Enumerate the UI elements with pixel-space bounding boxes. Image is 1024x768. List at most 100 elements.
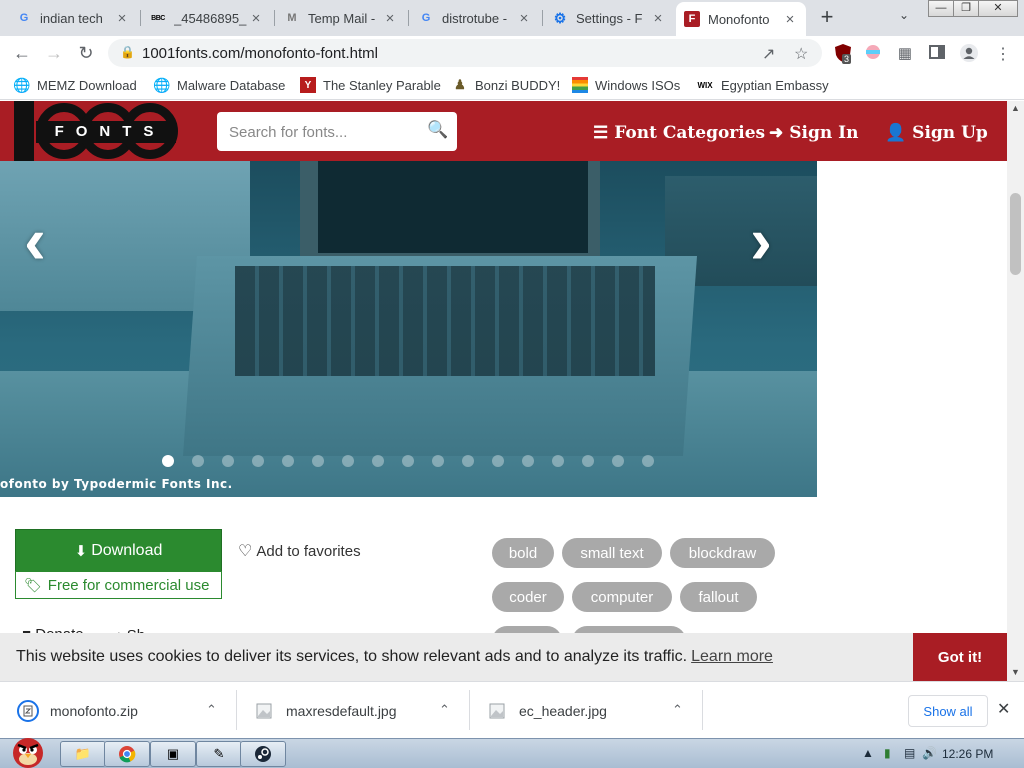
- download-item[interactable]: monofonto.zip: [16, 682, 138, 739]
- license-badge[interactable]: 🏷 Free for commercial use: [15, 571, 222, 599]
- show-all-downloads-button[interactable]: Show all: [908, 695, 988, 727]
- minimize-button[interactable]: —: [928, 0, 954, 17]
- tag-chip[interactable]: coder: [492, 582, 564, 612]
- star-icon[interactable]: ☆: [794, 44, 808, 64]
- carousel-dot[interactable]: [552, 455, 564, 467]
- learn-more-link[interactable]: Learn more: [691, 648, 773, 665]
- pride-extension-icon[interactable]: [864, 44, 882, 62]
- close-icon[interactable]: ×: [516, 10, 532, 27]
- carousel-dot[interactable]: [282, 455, 294, 467]
- close-icon[interactable]: ×: [114, 10, 130, 27]
- tag-chip[interactable]: small text: [562, 538, 662, 568]
- new-tab-button[interactable]: +: [814, 6, 840, 30]
- share-icon[interactable]: ↗: [762, 44, 775, 64]
- tab-monofonto[interactable]: F Monofonto ×: [676, 2, 806, 36]
- carousel-dot[interactable]: [162, 455, 174, 467]
- scroll-down-arrow-icon[interactable]: ▼: [1011, 667, 1020, 677]
- carousel-dot[interactable]: [252, 455, 264, 467]
- taskbar-chrome-icon[interactable]: [104, 741, 150, 767]
- volume-icon[interactable]: 🔊: [922, 746, 937, 760]
- carousel-dot[interactable]: [432, 455, 444, 467]
- chevron-up-icon[interactable]: ⌃: [206, 702, 217, 718]
- scroll-up-arrow-icon[interactable]: ▲: [1011, 103, 1020, 113]
- tab-indian-tech[interactable]: G indian tech ×: [8, 4, 138, 32]
- tag-chip[interactable]: bold: [492, 538, 554, 568]
- forward-arrow-icon[interactable]: →: [42, 42, 66, 66]
- sign-up-link[interactable]: 👤 Sign Up: [885, 121, 988, 145]
- carousel-dot[interactable]: [492, 455, 504, 467]
- window-close-button[interactable]: ✕: [978, 0, 1018, 17]
- font-categories-link[interactable]: ☰ Font Categories: [593, 121, 765, 145]
- close-icon[interactable]: ×: [782, 11, 798, 28]
- carousel-dot[interactable]: [642, 455, 654, 467]
- address-bar[interactable]: 🔒 1001fonts.com/monofonto-font.html ↗ ☆: [108, 39, 822, 67]
- taskbar-clock[interactable]: 12:26 PM: [942, 747, 993, 761]
- tab-temp-mail[interactable]: M Temp Mail - ×: [276, 4, 406, 32]
- download-filename: ec_header.jpg: [519, 702, 607, 719]
- kebab-menu-icon[interactable]: ⋮: [994, 44, 1012, 63]
- tray-expand-icon[interactable]: ▲: [862, 746, 874, 760]
- taskbar-explorer-icon[interactable]: 📁: [60, 741, 106, 767]
- taskbar-steam-icon[interactable]: [240, 741, 286, 767]
- carousel-dot[interactable]: [582, 455, 594, 467]
- bookmark-memz[interactable]: 🌐 MEMZ Download: [13, 76, 136, 94]
- chevron-up-icon[interactable]: ⌃: [439, 702, 450, 718]
- tab-distrotube[interactable]: G distrotube - ×: [410, 4, 540, 32]
- cookie-accept-button[interactable]: Got it!: [913, 633, 1007, 681]
- tag-chip[interactable]: fallout: [680, 582, 757, 612]
- search-input[interactable]: [229, 121, 419, 143]
- carousel-dot[interactable]: [522, 455, 534, 467]
- carousel-dot[interactable]: [462, 455, 474, 467]
- close-icon[interactable]: ✕: [997, 699, 1010, 719]
- page-scrollbar[interactable]: ▲ ▼: [1007, 101, 1024, 681]
- sign-in-link[interactable]: ➜ Sign In: [769, 121, 858, 145]
- carousel-dot[interactable]: [372, 455, 384, 467]
- download-button[interactable]: ⬇ Download: [15, 529, 222, 573]
- ublock-extension-icon[interactable]: 3: [834, 44, 852, 64]
- bookmark-egyptian-embassy[interactable]: WIX Egyptian Embassy: [696, 76, 828, 94]
- carousel-next-arrow-icon[interactable]: ›: [750, 207, 772, 273]
- bookmark-bonzi-buddy[interactable]: ♟ Bonzi BUDDY!: [452, 76, 560, 94]
- side-panel-icon[interactable]: [928, 44, 946, 62]
- carousel-prev-arrow-icon[interactable]: ‹: [24, 207, 46, 273]
- carousel-dot[interactable]: [612, 455, 624, 467]
- scrollbar-thumb[interactable]: [1010, 193, 1021, 275]
- close-icon[interactable]: ×: [650, 10, 666, 27]
- profile-avatar-icon[interactable]: [960, 44, 978, 62]
- screen: G indian tech × BBC _45486895_ × M Temp …: [0, 0, 1024, 768]
- network-icon[interactable]: ▤: [904, 746, 915, 760]
- bookmark-stanley-parable[interactable]: Y The Stanley Parable: [300, 76, 441, 94]
- site-logo[interactable]: FONTS: [14, 101, 178, 161]
- carousel-dot[interactable]: [192, 455, 204, 467]
- reload-icon[interactable]: ↻: [74, 42, 98, 66]
- taskbar-window-icon[interactable]: ▣: [150, 741, 196, 767]
- bookmark-malware-db[interactable]: 🌐 Malware Database: [153, 76, 285, 94]
- tag-chip[interactable]: blockdraw: [670, 538, 775, 568]
- close-icon[interactable]: ×: [382, 10, 398, 27]
- site-header: FONTS 🔍 ☰ Font Categories ➜ Sign In 👤 Si…: [0, 101, 1007, 161]
- back-arrow-icon[interactable]: ←: [10, 42, 34, 66]
- carousel-dot[interactable]: [222, 455, 234, 467]
- bookmark-label: Bonzi BUDDY!: [475, 77, 561, 93]
- close-icon[interactable]: ×: [248, 10, 264, 27]
- tab-separator: [140, 10, 141, 26]
- tag-chip[interactable]: computer: [572, 582, 672, 612]
- carousel-dot[interactable]: [342, 455, 354, 467]
- restore-button[interactable]: ❐: [953, 0, 979, 17]
- search-icon[interactable]: 🔍: [427, 120, 448, 140]
- taskbar-app-icon[interactable]: ✎: [196, 741, 242, 767]
- add-to-favorites-link[interactable]: ♡ Add to favorites: [238, 541, 361, 561]
- chevron-down-icon[interactable]: ⌄: [894, 8, 914, 28]
- carousel-dot[interactable]: [402, 455, 414, 467]
- tab-settings[interactable]: ⚙ Settings - F ×: [544, 4, 674, 32]
- url-text: 1001fonts.com/monofonto-font.html: [142, 45, 378, 62]
- chevron-up-icon[interactable]: ⌃: [672, 702, 683, 718]
- carousel-dot[interactable]: [312, 455, 324, 467]
- bookmark-windows-isos[interactable]: Windows ISOs: [572, 76, 680, 94]
- puzzle-icon[interactable]: ▦: [896, 44, 914, 62]
- start-button[interactable]: [4, 733, 52, 768]
- download-item[interactable]: ec_header.jpg: [485, 682, 607, 739]
- tab-bbc[interactable]: BBC _45486895_ ×: [142, 4, 272, 32]
- battery-icon[interactable]: ▮: [884, 746, 891, 760]
- download-item[interactable]: maxresdefault.jpg: [252, 682, 397, 739]
